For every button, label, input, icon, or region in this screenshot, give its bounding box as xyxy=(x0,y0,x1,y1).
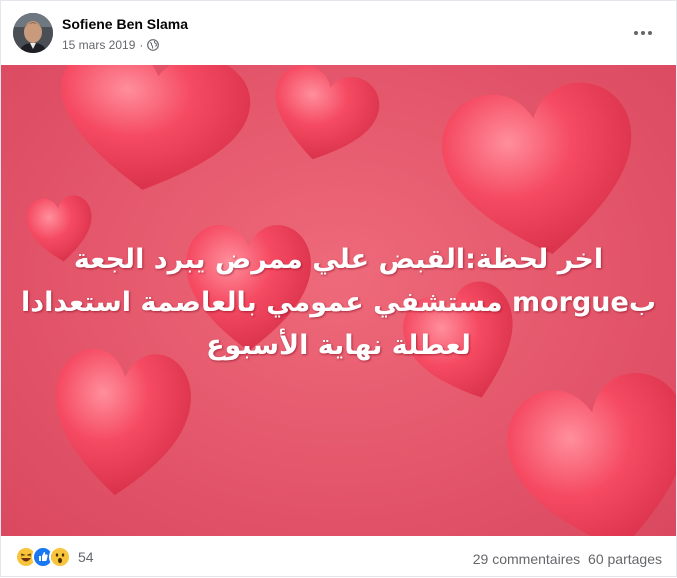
caption-line: بmorgue مستشفي عمومي بالعاصمة استعدادا xyxy=(21,287,656,318)
shares-count[interactable]: 60 partages xyxy=(588,551,662,567)
image-caption: اخر لحظة:القبض علي ممرض يبرد الجعة بmorg… xyxy=(16,238,661,367)
reactions-summary[interactable]: 54 xyxy=(15,546,94,568)
post-date[interactable]: 15 mars 2019 xyxy=(62,38,135,52)
avatar-image xyxy=(13,13,53,53)
avatar[interactable] xyxy=(13,13,53,53)
comments-count[interactable]: 29 commentaires xyxy=(473,551,580,567)
caption-line: لعطلة نهاية الأسبوع xyxy=(206,330,471,361)
author-name[interactable]: Sofiene Ben Slama xyxy=(62,16,188,32)
post-stats: 29 commentaires 60 partages xyxy=(469,551,662,567)
facebook-post: Sofiene Ben Slama 15 mars 2019 · اخر لحظ… xyxy=(0,0,677,577)
meta-separator: · xyxy=(139,38,144,52)
post-header: Sofiene Ben Slama 15 mars 2019 · xyxy=(1,1,676,65)
post-footer: 54 29 commentaires 60 partages xyxy=(1,538,676,578)
ellipsis-icon[interactable] xyxy=(625,18,661,48)
post-image[interactable]: اخر لحظة:القبض علي ممرض يبرد الجعة بmorg… xyxy=(1,65,676,536)
post-meta: 15 mars 2019 · xyxy=(62,38,160,52)
globe-icon[interactable] xyxy=(147,39,160,51)
caption-line: اخر لحظة:القبض علي ممرض يبرد الجعة xyxy=(73,244,604,275)
wow-icon xyxy=(49,546,71,568)
reactions-count[interactable]: 54 xyxy=(78,549,94,565)
